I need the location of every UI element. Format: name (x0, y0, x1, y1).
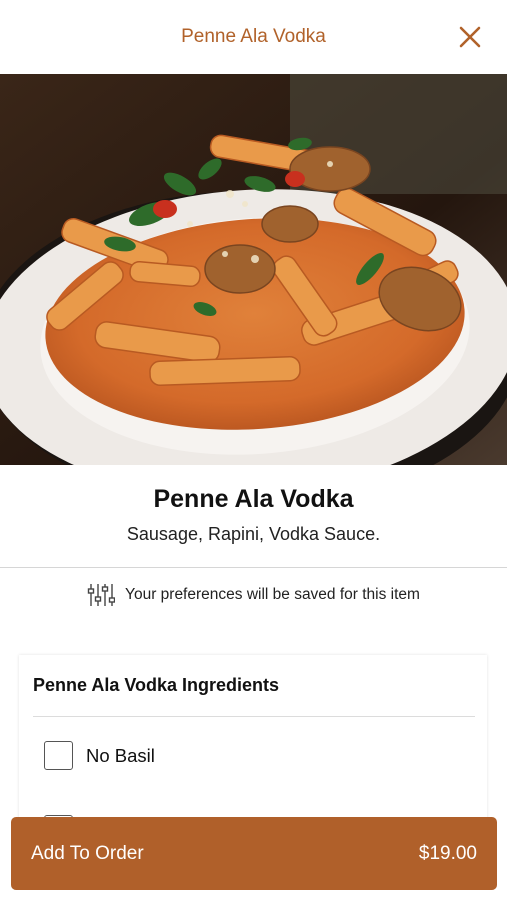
preferences-text: Your preferences will be saved for this … (125, 586, 420, 603)
card-divider (33, 716, 475, 717)
no-basil-checkbox[interactable] (44, 741, 73, 770)
dish-photo (0, 74, 507, 465)
close-icon[interactable] (455, 22, 485, 52)
ingredients-title: Penne Ala Vodka Ingredients (33, 675, 280, 695)
sliders-icon (87, 584, 116, 606)
header-title: Penne Ala Vodka (181, 26, 326, 47)
add-to-order-label: Add To Order (31, 842, 144, 864)
option-no-basil[interactable]: No Basil (44, 741, 155, 770)
preferences-note: Your preferences will be saved for this … (0, 580, 507, 610)
order-price: $19.00 (418, 842, 477, 864)
option-label: No Basil (86, 744, 155, 766)
divider (0, 567, 507, 568)
add-to-order-button[interactable]: Add To Order $19.00 (11, 817, 497, 890)
item-description: Sausage, Rapini, Vodka Sauce. (126, 524, 381, 544)
header: Penne Ala Vodka (0, 0, 507, 74)
item-name: Penne Ala Vodka (153, 485, 354, 513)
